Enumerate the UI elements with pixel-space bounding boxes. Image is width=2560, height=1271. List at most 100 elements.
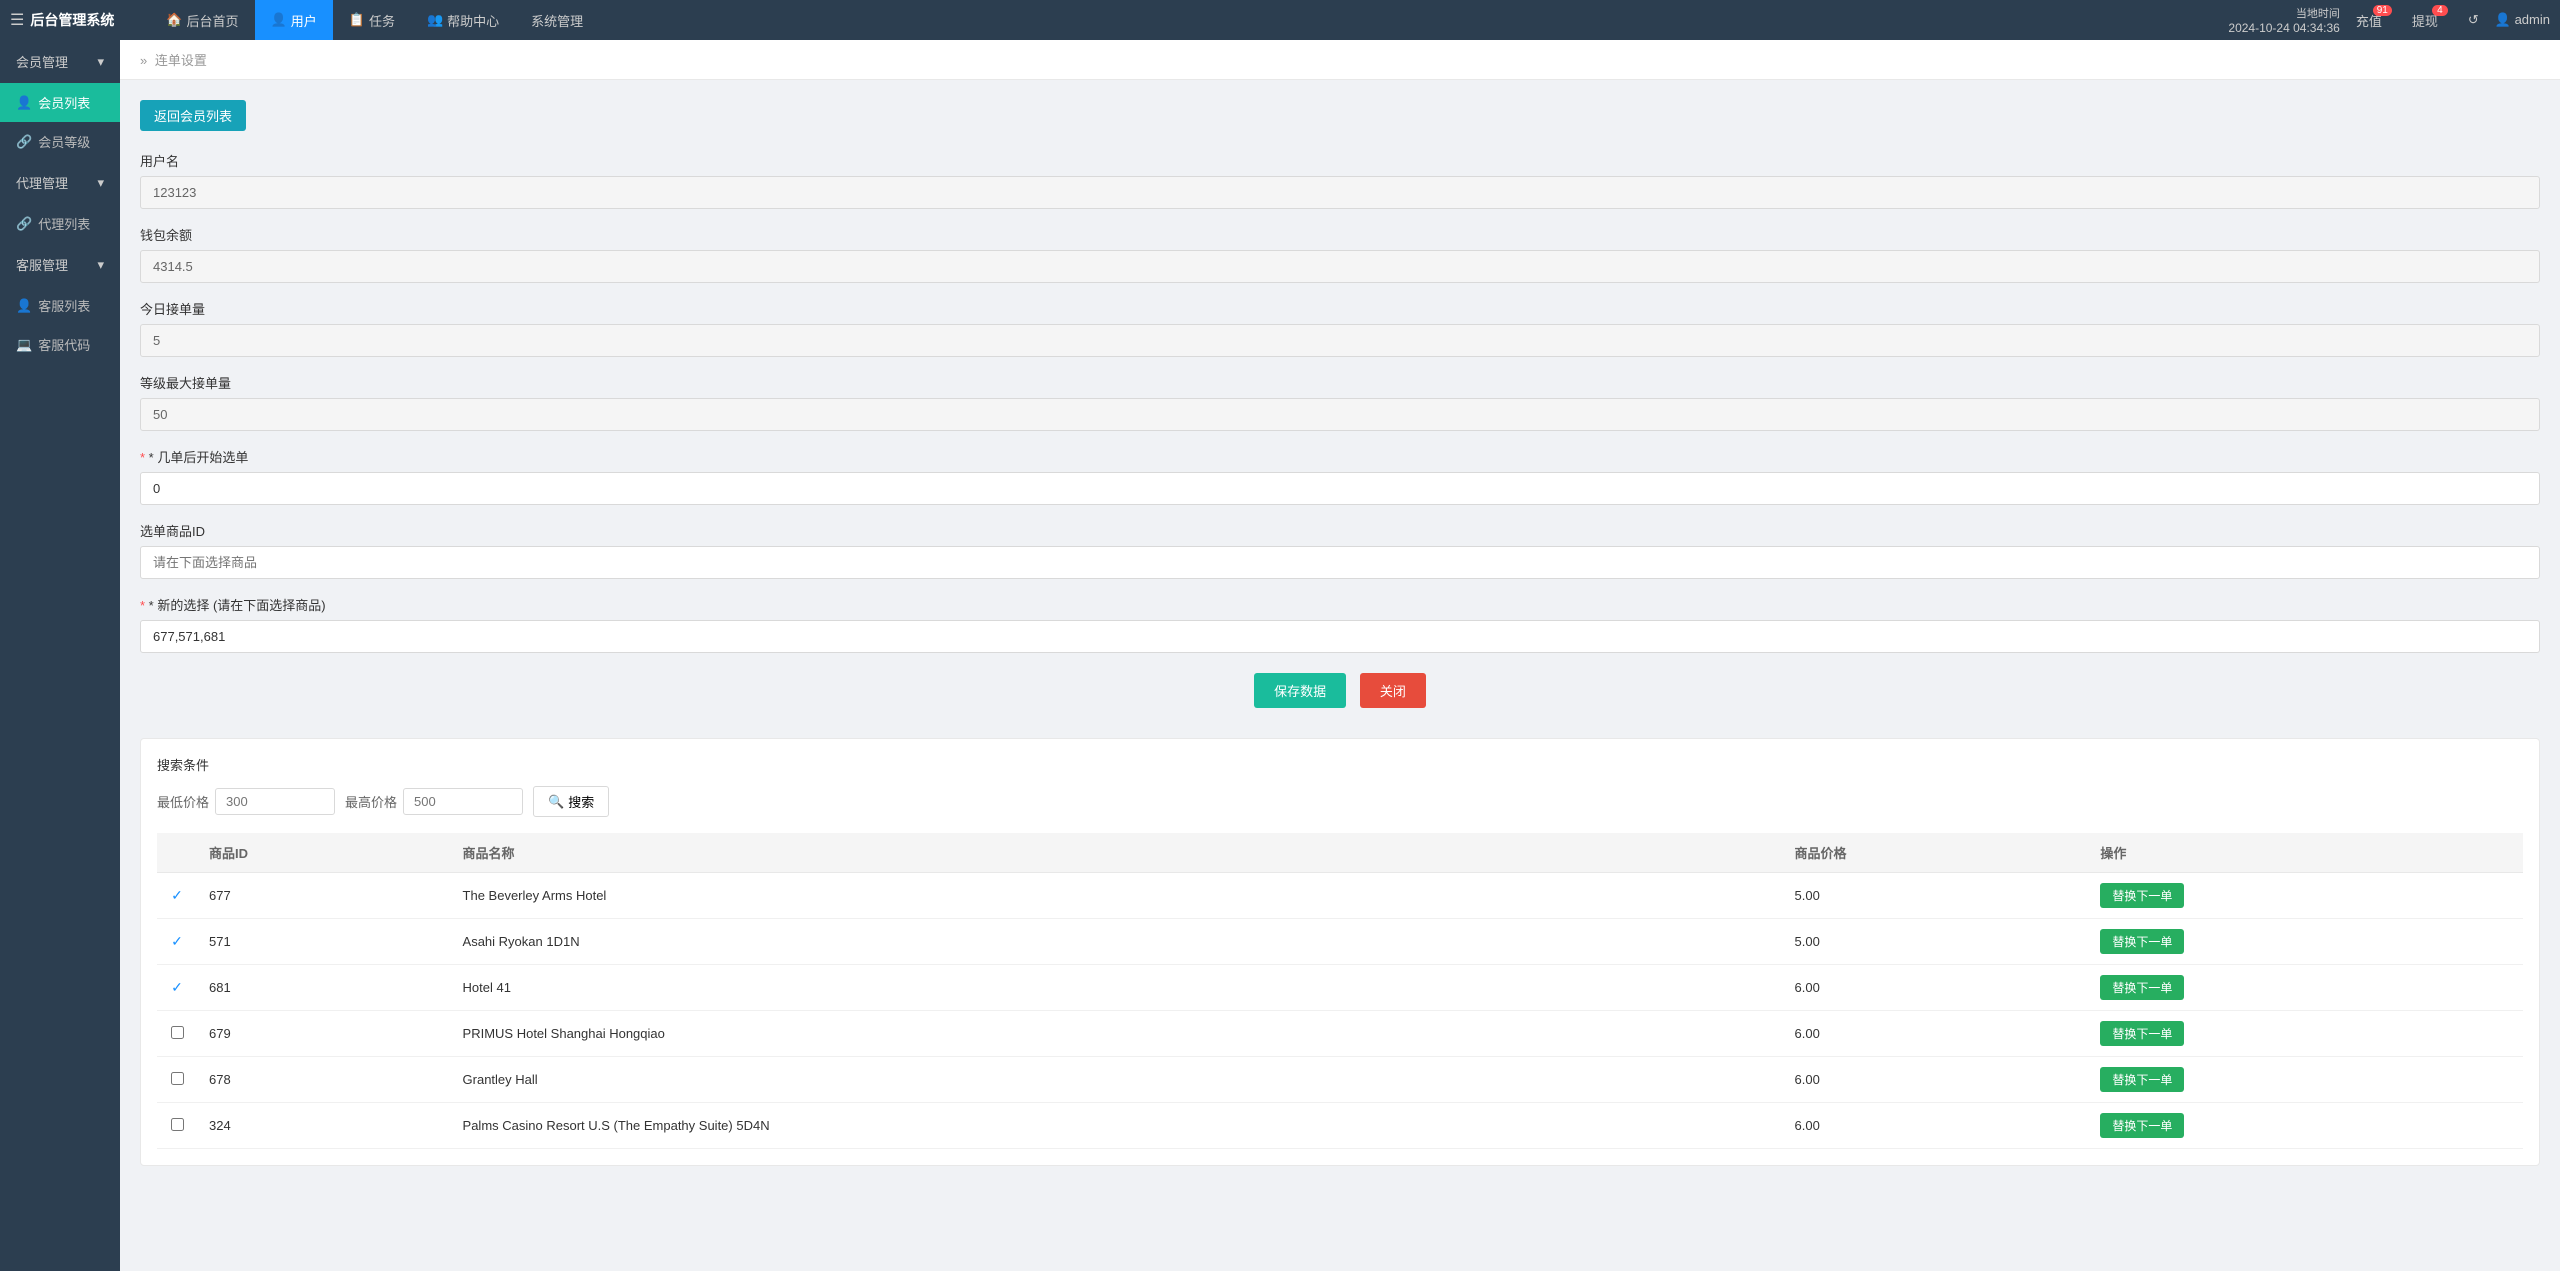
sidebar-item-customer-code[interactable]: 💻 客服代码 [0, 325, 120, 364]
table-col-price: 商品价格 [1783, 833, 2089, 873]
content-area: 返回会员列表 用户名 钱包余额 今日接单量 等级最大接单量 * 几单后开始选单 [120, 80, 2560, 1186]
row-action-cell: 替换下一单 [2088, 919, 2523, 965]
back-to-member-list-button[interactable]: 返回会员列表 [140, 100, 246, 131]
close-button[interactable]: 关闭 [1360, 673, 1426, 708]
sidebar-group-customer[interactable]: 客服管理 ▾ [0, 243, 120, 286]
max-price-label: 最高价格 [345, 792, 397, 811]
withdraw-button[interactable]: 提现 4 [2412, 11, 2438, 30]
username-input[interactable] [140, 176, 2540, 209]
max-price-input[interactable] [403, 788, 523, 815]
search-icon: 🔍 [548, 794, 564, 810]
row-action-cell: 替换下一单 [2088, 873, 2523, 919]
max-orders-field-group: 等级最大接单量 [140, 373, 2540, 431]
row-product-id: 324 [197, 1103, 451, 1149]
main-layout: 会员管理 ▾ 👤 会员列表 🔗 会员等级 代理管理 ▾ 🔗 代理列表 客服管理 … [0, 40, 2560, 1271]
sidebar-item-member-list[interactable]: 👤 会员列表 [0, 83, 120, 122]
row-product-price: 6.00 [1783, 1011, 2089, 1057]
refresh-button[interactable]: ↺ [2468, 12, 2479, 28]
product-id-input[interactable] [140, 546, 2540, 579]
member-list-icon: 👤 [16, 95, 32, 111]
max-orders-label: 等级最大接单量 [140, 373, 2540, 392]
table-row: 678Grantley Hall6.00替换下一单 [157, 1057, 2523, 1103]
table-row: ✓571Asahi Ryokan 1D1N5.00替换下一单 [157, 919, 2523, 965]
row-checkbox[interactable] [171, 1026, 184, 1039]
sidebar-group-agent[interactable]: 代理管理 ▾ [0, 161, 120, 204]
admin-icon: 👤 [2495, 12, 2511, 27]
replace-next-order-button[interactable]: 替换下一单 [2100, 1113, 2184, 1138]
sidebar-item-member-level[interactable]: 🔗 会员等级 [0, 122, 120, 161]
chevron-down-icon: ▾ [97, 54, 104, 70]
admin-info[interactable]: 👤 admin [2495, 12, 2550, 28]
row-checkbox[interactable] [171, 1072, 184, 1085]
row-checkbox[interactable] [171, 1118, 184, 1131]
search-button[interactable]: 🔍 搜索 [533, 786, 609, 817]
sidebar-item-agent-list[interactable]: 🔗 代理列表 [0, 204, 120, 243]
sidebar-item-customer-list[interactable]: 👤 客服列表 [0, 286, 120, 325]
new-selection-input[interactable] [140, 620, 2540, 653]
recharge-button[interactable]: 充值 91 [2356, 11, 2382, 30]
row-product-price: 6.00 [1783, 965, 2089, 1011]
nav-item-user[interactable]: 👤 用户 [255, 0, 333, 40]
search-row: 最低价格 最高价格 🔍 搜索 [157, 786, 2523, 817]
refresh-icon: ↺ [2468, 12, 2479, 27]
row-action-cell: 替换下一单 [2088, 1057, 2523, 1103]
replace-next-order-button[interactable]: 替换下一单 [2100, 975, 2184, 1000]
product-id-field-group: 选单商品ID [140, 521, 2540, 579]
home-icon: 🏠 [166, 12, 182, 28]
table-header-row: 商品ID 商品名称 商品价格 操作 [157, 833, 2523, 873]
wallet-input[interactable] [140, 250, 2540, 283]
min-price-field: 最低价格 [157, 788, 335, 815]
row-product-price: 5.00 [1783, 919, 2089, 965]
chevron-down-icon-agent: ▾ [97, 175, 104, 191]
start-after-field-group: * 几单后开始选单 [140, 447, 2540, 505]
row-product-price: 6.00 [1783, 1103, 2089, 1149]
replace-next-order-button[interactable]: 替换下一单 [2100, 1067, 2184, 1092]
table-row: ✓681Hotel 416.00替换下一单 [157, 965, 2523, 1011]
chevron-down-icon-customer: ▾ [97, 257, 104, 273]
replace-next-order-button[interactable]: 替换下一单 [2100, 1021, 2184, 1046]
table-col-action: 操作 [2088, 833, 2523, 873]
product-id-label: 选单商品ID [140, 521, 2540, 540]
max-orders-input[interactable] [140, 398, 2540, 431]
save-button[interactable]: 保存数据 [1254, 673, 1346, 708]
start-after-label: * 几单后开始选单 [140, 447, 2540, 466]
username-label: 用户名 [140, 151, 2540, 170]
nav-item-help[interactable]: 👥 帮助中心 [411, 0, 515, 40]
replace-next-order-button[interactable]: 替换下一单 [2100, 883, 2184, 908]
search-section: 搜索条件 最低价格 最高价格 🔍 搜索 [140, 738, 2540, 1166]
table-row: 679PRIMUS Hotel Shanghai Hongqiao6.00替换下… [157, 1011, 2523, 1057]
replace-next-order-button[interactable]: 替换下一单 [2100, 929, 2184, 954]
nav-item-system[interactable]: 系统管理 [515, 0, 599, 40]
today-orders-field-group: 今日接单量 [140, 299, 2540, 357]
new-selection-label: * 新的选择 (请在下面选择商品) [140, 595, 2540, 614]
nav-items: 🏠 后台首页 👤 用户 📋 任务 👥 帮助中心 系统管理 [150, 0, 2228, 40]
today-orders-input[interactable] [140, 324, 2540, 357]
row-product-name: Hotel 41 [451, 965, 1783, 1011]
menu-toggle-icon[interactable]: ☰ [10, 10, 24, 30]
row-product-price: 6.00 [1783, 1057, 2089, 1103]
check-icon[interactable]: ✓ [171, 979, 183, 995]
row-product-id: 678 [197, 1057, 451, 1103]
start-after-input[interactable] [140, 472, 2540, 505]
row-checkbox-cell [157, 1057, 197, 1103]
row-action-cell: 替换下一单 [2088, 1011, 2523, 1057]
main-content: » 连单设置 返回会员列表 用户名 钱包余额 今日接单量 等级最大接单量 [120, 40, 2560, 1271]
row-product-name: PRIMUS Hotel Shanghai Hongqiao [451, 1011, 1783, 1057]
row-product-name: Palms Casino Resort U.S (The Empathy Sui… [451, 1103, 1783, 1149]
table-col-id: 商品ID [197, 833, 451, 873]
row-action-cell: 替换下一单 [2088, 965, 2523, 1011]
table-col-name: 商品名称 [451, 833, 1783, 873]
customer-list-icon: 👤 [16, 298, 32, 314]
nav-item-task[interactable]: 📋 任务 [333, 0, 411, 40]
nav-item-home[interactable]: 🏠 后台首页 [150, 0, 254, 40]
check-icon[interactable]: ✓ [171, 933, 183, 949]
check-icon[interactable]: ✓ [171, 887, 183, 903]
help-icon: 👥 [427, 12, 443, 28]
min-price-input[interactable] [215, 788, 335, 815]
sidebar-group-member[interactable]: 会员管理 ▾ [0, 40, 120, 83]
member-level-icon: 🔗 [16, 134, 32, 150]
breadcrumb: » 连单设置 [120, 40, 2560, 80]
form-button-row: 保存数据 关闭 [140, 673, 2540, 708]
sidebar: 会员管理 ▾ 👤 会员列表 🔗 会员等级 代理管理 ▾ 🔗 代理列表 客服管理 … [0, 40, 120, 1271]
customer-code-icon: 💻 [16, 337, 32, 353]
